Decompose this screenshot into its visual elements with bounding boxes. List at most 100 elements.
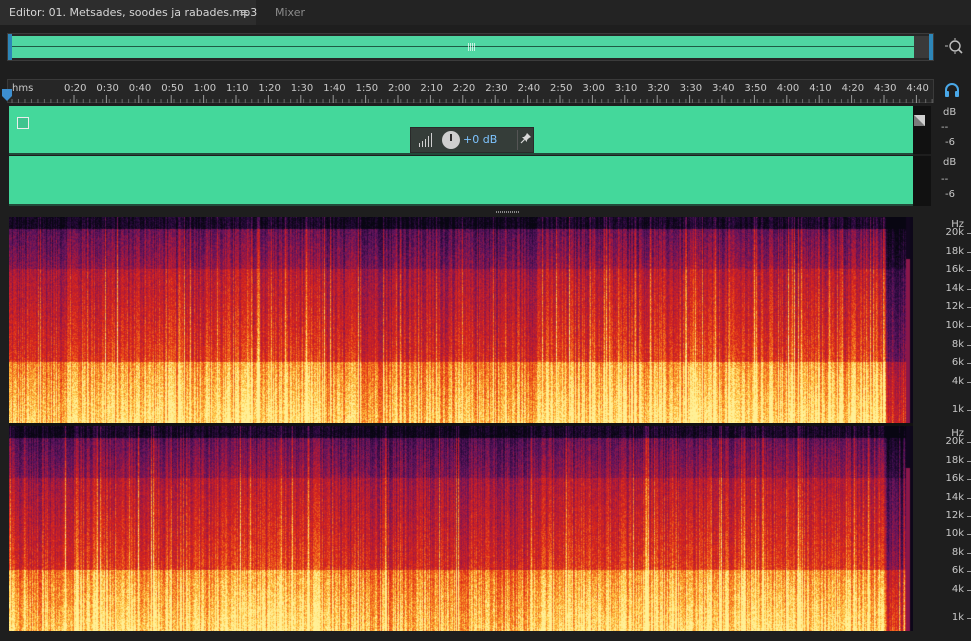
frequency-tick-label: 6k: [951, 565, 964, 577]
ruler-tick-label: 4:30: [874, 83, 897, 94]
amp-mark-bottom: --: [941, 174, 949, 185]
tab-bar: Editor: 01. Metsades, soodes ja rabades.…: [0, 0, 971, 25]
ruler-tick-label: 1:00: [193, 83, 217, 94]
frequency-tick-label: 10k: [945, 320, 964, 331]
spectral-display-right[interactable]: [9, 426, 913, 631]
frequency-tick: [967, 326, 971, 327]
frequency-tick-label: 8k: [951, 339, 964, 350]
ruler-tick-label: 1:40: [323, 83, 346, 94]
fade-handle-icon[interactable]: [914, 115, 925, 126]
zoom-navigator-icon[interactable]: [944, 37, 964, 57]
amp-unit-bottom: dB: [943, 157, 957, 168]
frequency-tick-label: 12k: [945, 301, 964, 312]
waveform-end-right: [913, 156, 931, 206]
ruler-tick-label: 0:20: [64, 83, 87, 94]
ruler-tick-label: 2:00: [388, 83, 411, 94]
ruler-tick-label: 4:10: [809, 83, 832, 94]
frequency-tick-label: 16k: [945, 472, 964, 484]
frequency-tick: [967, 515, 971, 517]
frequency-tick-label: 4k: [951, 584, 964, 596]
frequency-tick-label: 1k: [951, 404, 964, 415]
tab-mixer[interactable]: Mixer: [260, 0, 320, 25]
frequency-tick: [967, 410, 971, 411]
time-ruler[interactable]: hms 0:20 0:30 0:40 0:50 1:00 1:10 1:20 1:30 1:40…: [7, 79, 934, 103]
frequency-tick: [967, 441, 971, 443]
frequency-tick-label: 20k: [945, 227, 964, 238]
frequency-tick: [967, 618, 971, 620]
frequency-tick: [967, 270, 971, 271]
frequency-tick-label: 10k: [945, 528, 964, 540]
tab-menu-icon[interactable]: ≡: [238, 0, 250, 25]
level-meter-icon: [419, 133, 432, 147]
panel-splitter-handle[interactable]: [496, 211, 520, 213]
frequency-tick: [967, 534, 971, 536]
clip-select-icon[interactable]: [17, 117, 29, 129]
frequency-tick: [967, 252, 971, 253]
spectral-display-left[interactable]: [9, 217, 913, 423]
ruler-tick-label: 0:30: [96, 83, 119, 94]
frequency-tick-label: 16k: [945, 264, 964, 275]
ruler-tick-label: 3:20: [647, 83, 670, 94]
frequency-tick: [967, 460, 971, 462]
frequency-tick-label: 18k: [945, 454, 964, 466]
amp-unit-top: dB: [943, 107, 957, 118]
overview-center-line: [11, 46, 917, 47]
amp-mark-top: --: [941, 122, 949, 133]
ruler-tick-label: 2:40: [517, 83, 541, 94]
ruler-tick-label: 4:40: [906, 83, 929, 94]
ruler-tick-label: 1:50: [355, 83, 379, 94]
frequency-tick-label: 14k: [945, 283, 964, 294]
frequency-tick: [967, 307, 971, 308]
frequency-tick: [967, 478, 971, 480]
frequency-tick: [967, 345, 971, 346]
frequency-tick: [967, 382, 971, 383]
ruler-tick-label: 1:30: [290, 83, 314, 94]
headphone-monitor-icon[interactable]: [944, 83, 960, 97]
gain-knob[interactable]: [442, 131, 460, 149]
overview-right-handle[interactable]: [929, 34, 933, 60]
frequency-tick: [967, 233, 971, 234]
frequency-tick-label: 8k: [951, 547, 964, 559]
ruler-tick-label: 0:40: [128, 83, 152, 94]
tab-editor[interactable]: Editor: 01. Metsades, soodes ja rabades.…: [0, 0, 258, 25]
ruler-tick-label: 2:50: [550, 83, 573, 94]
waveform-baseline: [9, 204, 913, 206]
frequency-tick-label: 1k: [951, 612, 964, 624]
waveform-end-left: [913, 106, 931, 154]
frequency-tick: [967, 363, 971, 364]
frequency-tick: [967, 553, 971, 555]
tab-editor-label: Editor: 01. Metsades, soodes ja rabades.…: [9, 6, 258, 19]
ruler-tick-label: 0:50: [161, 83, 184, 94]
frequency-tick: [967, 497, 971, 499]
pin-icon[interactable]: [519, 132, 533, 148]
frequency-tick-label: 12k: [945, 509, 964, 521]
overview-navigator[interactable]: [7, 33, 934, 61]
ruler-tick-label: 3:10: [614, 83, 638, 94]
ruler-tick-label: 3:40: [712, 83, 735, 94]
ruler-tick-label: 4:20: [841, 83, 865, 94]
frequency-tick-label: 20k: [945, 435, 964, 447]
frequency-tick-label: 18k: [945, 246, 964, 257]
ruler-tick-label: 2:10: [420, 83, 443, 94]
frequency-scale-left: Hz 20k 18k 16k 14k 12k 10k 8k 6k 4k 1k: [933, 217, 971, 423]
ruler-tick-label: 3:50: [744, 83, 767, 94]
frequency-tick: [967, 289, 971, 290]
frequency-tick: [967, 571, 971, 573]
overview-grip-icon[interactable]: [468, 43, 477, 51]
gain-hud: +0 dB: [410, 127, 534, 153]
amp-value-bottom: -6: [945, 189, 955, 200]
frequency-tick: [967, 590, 971, 592]
frequency-tick-label: 14k: [945, 491, 964, 503]
gain-value[interactable]: +0 dB: [463, 133, 497, 146]
waveform-channel-right[interactable]: [9, 156, 913, 206]
frequency-tick-label: 4k: [951, 376, 964, 387]
ruler-tick-label: 4:00: [776, 83, 800, 94]
ruler-tick-label: 1:20: [258, 83, 281, 94]
frequency-scale-right: Hz 20k 18k 16k 14k 12k 10k 8k 6k 4k 1k: [933, 426, 971, 631]
playhead-marker[interactable]: [2, 89, 12, 101]
ruler-tick-label: 2:20: [452, 83, 476, 94]
ruler-tick-label: 2:30: [485, 83, 508, 94]
overview-left-handle[interactable]: [8, 34, 12, 60]
overview-waveform: [11, 36, 917, 58]
ruler-tick-label: 3:00: [582, 83, 605, 94]
